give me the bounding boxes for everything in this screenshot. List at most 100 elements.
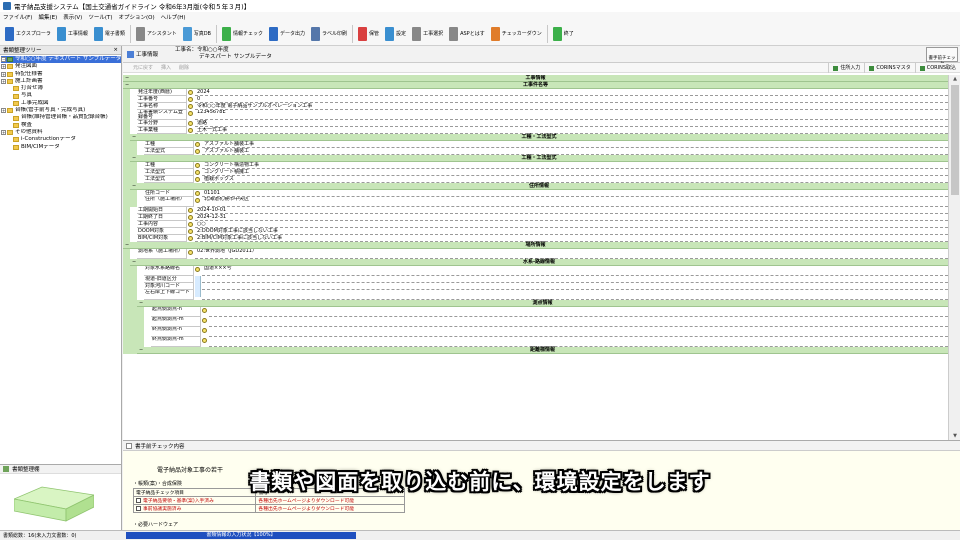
section-header[interactable]: 測点情報: [137, 300, 948, 307]
undo-button[interactable]: 元に戻す: [133, 64, 153, 71]
corins-master-button[interactable]: CORINSマスタ: [864, 63, 914, 73]
field-value[interactable]: [209, 327, 948, 337]
field-value[interactable]: 2024-12-31: [195, 214, 948, 221]
field-value[interactable]: コンクリート構造物工事: [202, 162, 948, 169]
address-input-button[interactable]: 住所入力: [828, 63, 864, 73]
check-line-2: ・必要ハードウェア: [133, 522, 179, 528]
tree-item[interactable]: 工事完成図: [1, 100, 121, 107]
tab-project-info[interactable]: 工事情報: [123, 50, 175, 58]
field-value[interactable]: ○○: [195, 221, 948, 228]
scroll-up-icon[interactable]: ▲: [950, 75, 960, 83]
indent-bar: [123, 300, 137, 307]
field-value[interactable]: [209, 337, 948, 347]
toolbar-button[interactable]: データ出力: [266, 24, 308, 44]
collapse-icon[interactable]: −: [125, 82, 129, 89]
menu-view[interactable]: 表示(V): [63, 13, 82, 21]
field-label: 工期開始日: [137, 207, 187, 214]
toolbar-button[interactable]: 電子書類: [91, 24, 128, 44]
field-value[interactable]: 植栽ボックス: [202, 176, 948, 183]
tree-item[interactable]: + 台帳(管手前写真・完成写真): [1, 107, 121, 114]
toolbar-button[interactable]: チェッカーダウン: [488, 24, 545, 44]
close-icon[interactable]: ×: [113, 47, 118, 53]
toolbar-button[interactable]: エクスプローラ: [2, 24, 54, 44]
collapse-icon[interactable]: −: [139, 300, 143, 307]
field-value[interactable]: 2:DOOM対象工事に該当しない工事: [195, 228, 948, 235]
field-value[interactable]: [202, 290, 948, 300]
tree-item[interactable]: + 発注図面: [1, 63, 121, 70]
field-value[interactable]: 12345678E: [195, 110, 948, 120]
menu-edit[interactable]: 編集(E): [38, 13, 57, 21]
tree-item[interactable]: 検査: [1, 122, 121, 129]
tree-item[interactable]: 台帳(維持管理台帳・品質記録台帳): [1, 114, 121, 121]
scroll-thumb[interactable]: [951, 85, 959, 195]
collapse-icon[interactable]: −: [132, 183, 136, 190]
field-value[interactable]: [202, 276, 948, 283]
section-header[interactable]: 住所情報: [130, 183, 948, 190]
toolbar-button[interactable]: アシスタント: [133, 24, 180, 44]
pre-check-button[interactable]: 書手前チェック: [926, 47, 958, 67]
section-header[interactable]: 工事情報: [123, 75, 948, 82]
toolbar-button[interactable]: 写真DB: [180, 24, 214, 44]
tree-item[interactable]: + 特記仕様書: [1, 71, 121, 78]
toolbar-button[interactable]: 情報チェック: [219, 24, 266, 44]
section-header[interactable]: 距離標情報: [137, 347, 948, 354]
collapse-icon[interactable]: −: [125, 242, 129, 249]
toolbar-button[interactable]: 工事情報: [54, 24, 91, 44]
checkbox[interactable]: [136, 506, 141, 511]
field-value[interactable]: [202, 283, 948, 290]
field-value[interactable]: [209, 307, 948, 317]
field-value[interactable]: 土木一式工事: [195, 127, 948, 134]
toolbar-button[interactable]: 工事選択: [409, 24, 446, 44]
collapse-icon[interactable]: −: [132, 259, 136, 266]
field-value[interactable]: コンクリート積擁工: [202, 169, 948, 176]
section-row: 工種・工法型式 −: [123, 155, 948, 162]
field-value[interactable]: 0: [195, 96, 948, 103]
section-header[interactable]: 工種・工法型式: [130, 134, 948, 141]
indent-bar: [123, 307, 144, 317]
toolbar-icon: [269, 26, 278, 41]
field-value[interactable]: アスファルト舗装工事: [202, 141, 948, 148]
menu-help[interactable]: ヘルプ(H): [161, 13, 186, 21]
menu-file[interactable]: ファイル(F): [3, 13, 32, 21]
field-value[interactable]: アスファルト舗装工: [202, 148, 948, 155]
toolbar-button[interactable]: ASPとはす: [446, 24, 488, 44]
section-header[interactable]: 場所情報: [123, 242, 948, 249]
section-header[interactable]: 水系-路線情報: [130, 259, 948, 266]
vertical-scrollbar[interactable]: ▲ ▼: [948, 75, 960, 440]
checkbox[interactable]: [136, 498, 141, 503]
field-value[interactable]: 令和○○年度 電子納品サンプルオペレーション工事: [195, 103, 948, 110]
menu-options[interactable]: オプション(O): [118, 13, 154, 21]
menu-tools[interactable]: ツール(T): [88, 13, 112, 21]
tree-item[interactable]: 打合せ簿: [1, 85, 121, 92]
toolbar-button[interactable]: 終了: [550, 24, 577, 44]
toolbar-button[interactable]: 保管: [355, 24, 382, 44]
field-value[interactable]: 02:世界測地（JGD2011）: [195, 249, 948, 259]
field-value[interactable]: 2024-10-01: [195, 207, 948, 214]
collapse-icon[interactable]: −: [132, 155, 136, 162]
corins-import-button[interactable]: CORINS取込: [914, 63, 960, 73]
tree-item[interactable]: − 令和○○年度 デキスパート サンプルデータ: [1, 56, 121, 64]
section-header[interactable]: 工事件名等: [123, 82, 948, 89]
insert-button[interactable]: 挿入: [161, 64, 171, 71]
field-value[interactable]: 01101: [202, 190, 948, 197]
collapse-icon[interactable]: −: [139, 347, 143, 354]
toolbar-button[interactable]: ラベル印刷: [308, 24, 350, 44]
field-value[interactable]: 2024: [195, 89, 948, 96]
section-header[interactable]: 工種・工法型式: [130, 155, 948, 162]
tree-item[interactable]: + その他資料: [1, 129, 121, 136]
required-marker-icon: [188, 208, 193, 213]
delete-button[interactable]: 削除: [179, 64, 189, 71]
scroll-down-icon[interactable]: ▼: [950, 432, 960, 440]
field-value[interactable]: 道路: [195, 120, 948, 127]
tree-item[interactable]: BIM/CIMデータ: [1, 144, 121, 151]
toolbar-button[interactable]: 設定: [382, 24, 409, 44]
field-value[interactable]: 2:BIM/CIM対象工事に該当しない工事: [195, 235, 948, 242]
field-value[interactable]: 国道×××号: [202, 266, 948, 276]
collapse-icon[interactable]: −: [132, 134, 136, 141]
tree-item[interactable]: + 施工計画書: [1, 78, 121, 85]
field-value[interactable]: [209, 317, 948, 327]
collapse-icon[interactable]: −: [125, 75, 129, 82]
field-value[interactable]: 北海道札幌市中央区: [202, 197, 948, 207]
tree-item[interactable]: 写真: [1, 92, 121, 99]
tree-item[interactable]: i-Constructionデータ: [1, 136, 121, 143]
